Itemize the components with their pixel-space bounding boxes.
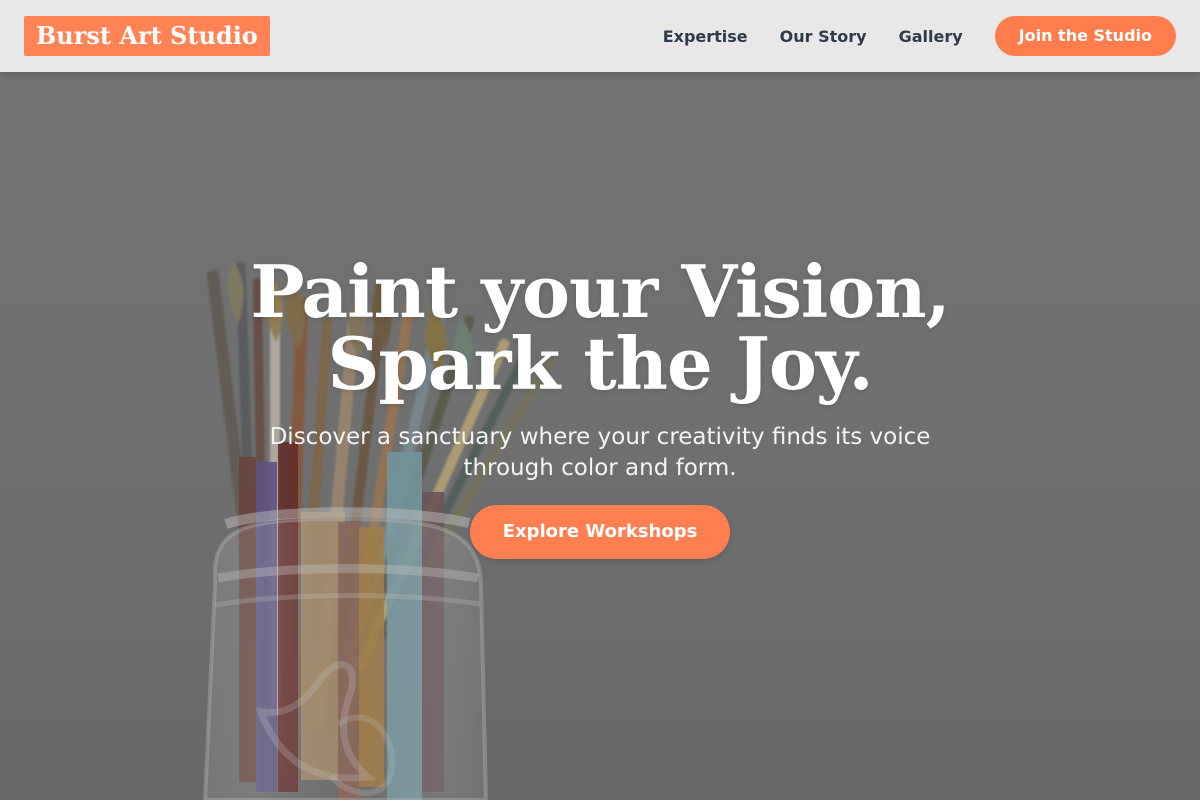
main-nav: Expertise Our Story Gallery Join the Stu… <box>663 0 1176 72</box>
top-navigation: Burst Art Studio Expertise Our Story Gal… <box>0 0 1200 72</box>
studio-logo[interactable]: Burst Art Studio <box>24 16 270 56</box>
join-studio-button[interactable]: Join the Studio <box>994 16 1176 56</box>
hero-content: Paint your Vision, Spark the Joy. Discov… <box>0 256 1200 559</box>
hero-title-line-2: Spark the Joy. <box>327 321 873 406</box>
nav-link-our-story[interactable]: Our Story <box>780 27 867 46</box>
landing-page: Burst Art Studio Expertise Our Story Gal… <box>0 0 1200 800</box>
explore-workshops-button[interactable]: Explore Workshops <box>470 505 730 559</box>
hero-title: Paint your Vision, Spark the Joy. <box>0 256 1200 400</box>
hero-subtitle: Discover a sanctuary where your creativi… <box>269 424 931 481</box>
nav-link-gallery[interactable]: Gallery <box>899 27 963 46</box>
hero-title-line-1: Paint your Vision, <box>250 249 950 334</box>
hero-section: Paint your Vision, Spark the Joy. Discov… <box>0 72 1200 800</box>
nav-link-expertise[interactable]: Expertise <box>663 27 748 46</box>
